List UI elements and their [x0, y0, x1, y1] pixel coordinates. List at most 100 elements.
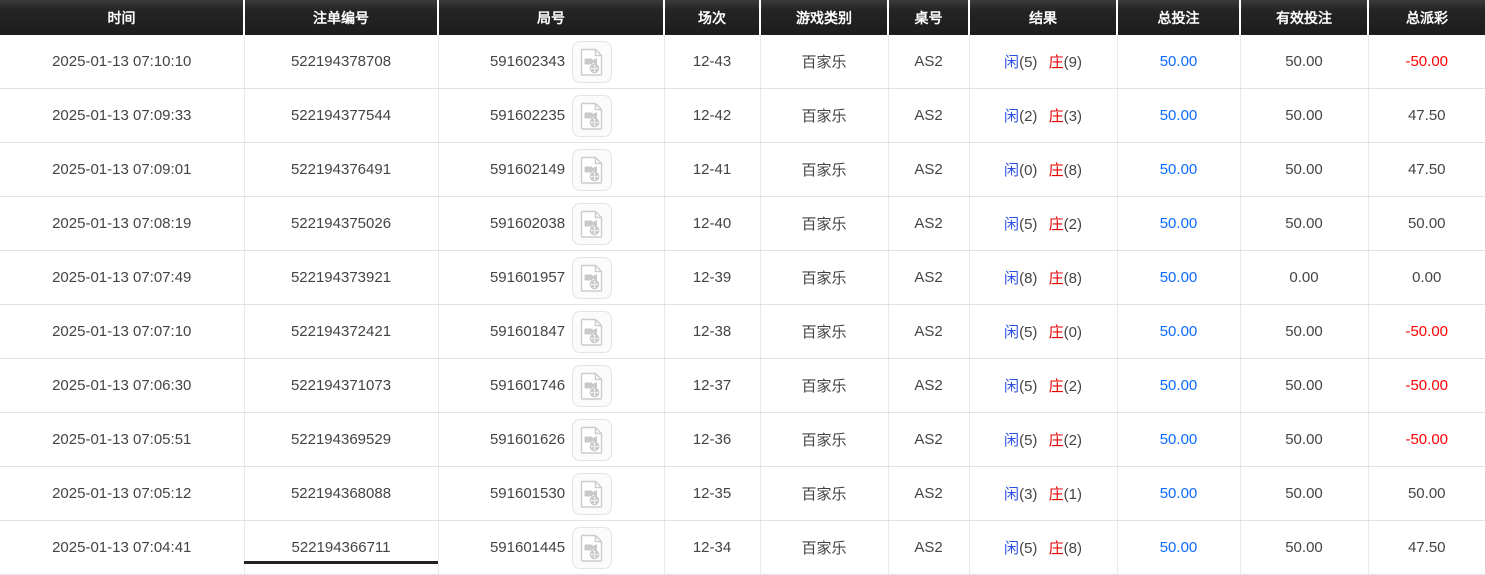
- cell-table-no: AS2: [888, 196, 970, 251]
- player-score: 5: [1019, 378, 1037, 395]
- banker-score: 2: [1064, 432, 1082, 449]
- cell-time: 2025-01-13 07:05:12: [0, 466, 245, 521]
- cell-total-bet: 50.00: [1117, 250, 1241, 305]
- video-replay-button[interactable]: [572, 526, 613, 569]
- total-bet-link[interactable]: 50.00: [1160, 539, 1198, 556]
- cell-table-no: AS2: [888, 358, 970, 413]
- round-id-value: 591601445: [489, 539, 566, 556]
- cell-session: 12-38: [664, 304, 761, 359]
- total-bet-link[interactable]: 50.00: [1160, 431, 1198, 448]
- cell-session: 12-42: [664, 88, 761, 143]
- video-file-icon: [580, 480, 603, 508]
- cell-total-payout: 47.50: [1368, 142, 1485, 197]
- banker-score: 1: [1064, 486, 1082, 503]
- total-bet-link[interactable]: 50.00: [1160, 53, 1198, 70]
- player-score: 5: [1019, 432, 1037, 449]
- cell-game-type: 百家乐: [760, 35, 889, 89]
- cell-total-payout: 47.50: [1368, 520, 1485, 575]
- video-replay-button[interactable]: [572, 202, 613, 245]
- cell-round-id: 591601957: [438, 250, 665, 305]
- cell-valid-bet: 50.00: [1240, 142, 1369, 197]
- table-row: 2025-01-13 07:09:33 522194377544 5916022…: [0, 88, 1485, 143]
- cell-round-id: 591602149: [438, 142, 665, 197]
- cell-round-id: 591601746: [438, 358, 665, 413]
- total-bet-link[interactable]: 50.00: [1160, 485, 1198, 502]
- cell-session: 12-35: [664, 466, 761, 521]
- cell-total-payout: -50.00: [1368, 412, 1485, 467]
- cell-bet-id: 522194372421: [244, 304, 439, 359]
- player-score: 8: [1019, 270, 1037, 287]
- player-result-label: 闲: [1004, 378, 1020, 395]
- round-id-value: 591602038: [489, 215, 566, 232]
- cell-round-id: 591602343: [438, 35, 665, 89]
- cell-total-bet: 50.00: [1117, 88, 1241, 143]
- banker-score: 0: [1064, 324, 1082, 341]
- cell-table-no: AS2: [888, 88, 970, 143]
- round-id-value: 591602343: [489, 53, 566, 70]
- round-id-value: 591601530: [489, 485, 566, 502]
- banker-score: 3: [1064, 108, 1082, 125]
- total-bet-link[interactable]: 50.00: [1160, 323, 1198, 340]
- total-bet-link[interactable]: 50.00: [1160, 269, 1198, 286]
- cell-bet-id: 522194368088: [244, 466, 439, 521]
- player-score: 5: [1019, 54, 1037, 71]
- banker-result-label: 庄: [1048, 378, 1064, 395]
- banker-result-label: 庄: [1048, 54, 1064, 71]
- cell-round-id: 591601626: [438, 412, 665, 467]
- video-replay-button[interactable]: [572, 364, 613, 407]
- cell-valid-bet: 50.00: [1240, 35, 1369, 89]
- cell-time: 2025-01-13 07:07:10: [0, 304, 245, 359]
- video-replay-button[interactable]: [572, 418, 613, 461]
- video-replay-button[interactable]: [572, 256, 613, 299]
- video-file-icon: [580, 426, 603, 454]
- video-replay-button[interactable]: [572, 40, 613, 83]
- banker-result-label: 庄: [1048, 432, 1064, 449]
- banker-score: 2: [1064, 216, 1082, 233]
- cell-time: 2025-01-13 07:06:30: [0, 358, 245, 413]
- cell-total-bet: 50.00: [1117, 412, 1241, 467]
- video-replay-button[interactable]: [572, 310, 613, 353]
- total-bet-link[interactable]: 50.00: [1160, 107, 1198, 124]
- col-header-time: 时间: [0, 0, 244, 35]
- player-result-label: 闲: [1004, 108, 1020, 125]
- banker-result-label: 庄: [1048, 108, 1064, 125]
- video-replay-button[interactable]: [572, 472, 613, 515]
- cell-table-no: AS2: [888, 466, 970, 521]
- banker-result-label: 庄: [1048, 540, 1064, 557]
- player-score: 0: [1019, 162, 1037, 179]
- video-file-icon: [580, 48, 603, 76]
- cell-game-type: 百家乐: [760, 412, 889, 467]
- cell-total-payout: -50.00: [1368, 304, 1485, 359]
- cell-table-no: AS2: [888, 142, 970, 197]
- video-file-icon: [580, 264, 603, 292]
- table-row: 2025-01-13 07:07:49 522194373921 5916019…: [0, 250, 1485, 305]
- cell-round-id: 591601847: [438, 304, 665, 359]
- cell-bet-id: 522194371073: [244, 358, 439, 413]
- cell-time: 2025-01-13 07:08:19: [0, 196, 245, 251]
- player-result-label: 闲: [1004, 432, 1020, 449]
- cell-round-id: 591601445: [438, 520, 665, 575]
- total-bet-link[interactable]: 50.00: [1160, 161, 1198, 178]
- video-replay-button[interactable]: [572, 148, 613, 191]
- cell-total-bet: 50.00: [1117, 142, 1241, 197]
- table-row: 2025-01-13 07:10:10 522194378708 5916023…: [0, 35, 1485, 89]
- header-row: 时间 注单编号 局号 场次 游戏类别 桌号 结果 总投注 有效投注 总派彩: [0, 0, 1485, 35]
- cell-time: 2025-01-13 07:09:33: [0, 88, 245, 143]
- banker-score: 2: [1064, 378, 1082, 395]
- video-replay-button[interactable]: [572, 94, 613, 137]
- total-bet-link[interactable]: 50.00: [1160, 377, 1198, 394]
- table-row: 2025-01-13 07:04:41 522194366711 5916014…: [0, 520, 1485, 575]
- cell-game-type: 百家乐: [760, 196, 889, 251]
- cell-table-no: AS2: [888, 304, 970, 359]
- video-file-icon: [580, 156, 603, 184]
- total-bet-link[interactable]: 50.00: [1160, 215, 1198, 232]
- col-header-total-payout: 总派彩: [1367, 0, 1485, 35]
- player-result-label: 闲: [1004, 216, 1020, 233]
- col-header-round-id: 局号: [437, 0, 664, 35]
- cell-game-type: 百家乐: [760, 304, 889, 359]
- cell-total-payout: 50.00: [1368, 196, 1485, 251]
- cell-game-type: 百家乐: [760, 520, 889, 575]
- cell-valid-bet: 50.00: [1240, 412, 1369, 467]
- cell-bet-id: 522194375026: [244, 196, 439, 251]
- col-header-result: 结果: [968, 0, 1117, 35]
